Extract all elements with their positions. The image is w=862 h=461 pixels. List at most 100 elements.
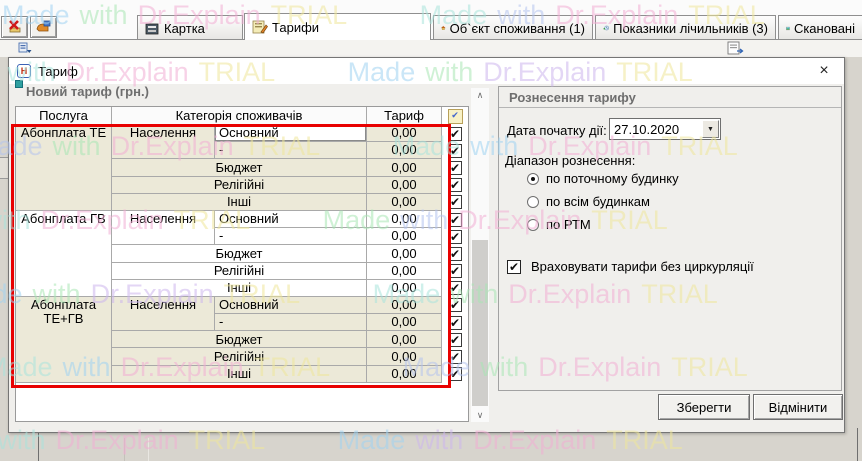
tariff-value-cell[interactable]: 0,00 <box>367 314 442 331</box>
service-cell[interactable]: Абонплата ГВ <box>16 211 112 297</box>
subcategory-cell[interactable]: - <box>215 142 367 159</box>
row-checkbox[interactable]: ✔ <box>448 281 462 295</box>
subcategory-cell[interactable]: Бюджет <box>112 245 367 262</box>
export-sheet-icon[interactable] <box>727 41 744 55</box>
tariff-value-cell[interactable]: 0,00 <box>367 177 442 194</box>
row-checkbox[interactable]: ✔ <box>448 367 462 381</box>
start-date-combobox[interactable]: 27.10.2020 ▼ <box>609 118 721 140</box>
list-dropdown-icon[interactable] <box>18 42 32 54</box>
radio-label: по поточному будинку <box>546 171 679 186</box>
subcategory-cell[interactable]: Інші <box>112 280 367 297</box>
category-cell[interactable]: Населення <box>112 211 215 245</box>
tools-toolbar-button[interactable] <box>30 16 57 38</box>
radio-selected-icon[interactable] <box>527 173 539 185</box>
tariff-value-cell[interactable]: 0,00 <box>367 142 442 159</box>
circulation-checkbox-label: Враховувати тарифи без циркурляції <box>531 259 754 274</box>
tariff-value-cell[interactable]: 0,00 <box>367 297 442 314</box>
row-checkbox[interactable]: ✔ <box>448 144 462 158</box>
circulation-checkbox-row[interactable]: ✔ Враховувати тарифи без циркурляції <box>507 259 754 274</box>
subcategory-cell[interactable]: Релігійні <box>112 177 367 194</box>
dialog-app-icon: Н <box>17 64 31 78</box>
row-checkbox[interactable]: ✔ <box>448 298 462 312</box>
row-checkbox[interactable]: ✔ <box>448 350 462 364</box>
scroll-up-icon[interactable]: ∧ <box>471 88 489 102</box>
range-label: Діапазон рознесення: <box>505 153 635 168</box>
house-icon <box>441 21 446 35</box>
tariff-value-cell[interactable]: 0,00 <box>367 211 442 228</box>
scroll-down-icon[interactable]: ∨ <box>471 408 489 422</box>
tariff-value-cell[interactable]: 0,00 <box>367 280 442 297</box>
tariff-dialog: Н Тариф × Новий тариф (грн.) Послуга Кат… <box>8 57 845 433</box>
tab-card-label: Картка <box>164 21 205 36</box>
tariff-value-cell[interactable]: 0,00 <box>367 331 442 348</box>
subcategory-cell[interactable]: - <box>215 314 367 331</box>
row-checkbox[interactable]: ✔ <box>448 230 462 244</box>
tariff-value-cell[interactable]: 0,00 <box>367 159 442 176</box>
service-cell[interactable]: Абонплата ТЕ+ГВ <box>16 297 112 383</box>
subcategory-cell[interactable]: Інші <box>112 194 367 211</box>
service-cell[interactable]: Абонплата ТЕ <box>16 125 112 211</box>
subcategory-cell[interactable]: - <box>215 228 367 245</box>
dialog-titlebar[interactable]: Н Тариф <box>9 58 844 84</box>
cancel-button[interactable]: Відмінити <box>753 394 843 420</box>
subcategory-cell[interactable]: Інші <box>112 366 367 383</box>
col-header-checkbox[interactable]: ✔ <box>442 107 468 125</box>
meter-clock-icon <box>603 21 609 35</box>
tariffs-icon <box>252 20 268 34</box>
close-icon[interactable]: × <box>814 62 834 80</box>
radio-current-building[interactable]: по поточному будинку <box>527 171 679 186</box>
subcategory-cell[interactable]: Релігійні <box>112 348 367 365</box>
row-checkbox[interactable]: ✔ <box>448 161 462 175</box>
tariff-value-cell[interactable]: 0,00 <box>367 263 442 280</box>
radio-icon[interactable] <box>527 219 539 231</box>
row-checkbox[interactable]: ✔ <box>448 178 462 192</box>
tariff-value-cell[interactable]: 0,00 <box>367 228 442 245</box>
subcategory-cell[interactable]: Основний <box>215 211 367 228</box>
tariff-value-cell[interactable]: 0,00 <box>367 245 442 262</box>
row-checkbox[interactable]: ✔ <box>448 264 462 278</box>
left-panel-fragment <box>0 157 8 179</box>
tab-card[interactable]: Картка <box>137 15 243 40</box>
radio-label: по всім будинкам <box>546 194 650 209</box>
group-collapse-toggle[interactable] <box>15 80 23 88</box>
row-checkbox[interactable]: ✔ <box>448 195 462 209</box>
col-header-tariff[interactable]: Тариф <box>367 107 442 125</box>
tariff-table-panel: Послуга Категорія споживачів Тариф ✔ Або… <box>15 106 469 422</box>
select-all-check-icon[interactable]: ✔ <box>448 109 463 124</box>
subcategory-cell[interactable]: Бюджет <box>112 159 367 176</box>
tab-consumption-label: Об`єкт споживання (1) <box>450 21 585 36</box>
tab-meter-readings[interactable]: Показники лічильників (3) <box>595 15 776 40</box>
tab-tariffs[interactable]: Тарифи <box>244 13 431 40</box>
tab-scanned[interactable]: Скановані <box>778 15 862 40</box>
subcategory-cell[interactable]: Бюджет <box>112 331 367 348</box>
subcategory-cell[interactable]: Основний <box>215 297 367 314</box>
save-button[interactable]: Зберегти <box>658 394 750 420</box>
row-checkbox[interactable]: ✔ <box>448 213 462 227</box>
subcategory-cell[interactable]: Релігійні <box>112 263 367 280</box>
tab-tariffs-label: Тарифи <box>272 20 319 35</box>
tariff-table: Послуга Категорія споживачів Тариф ✔ Або… <box>16 107 468 383</box>
subcategory-cell[interactable]: Основний <box>215 125 367 142</box>
tariff-value-cell[interactable]: 0,00 <box>367 125 442 142</box>
radio-all-buildings[interactable]: по всім будинкам <box>527 194 650 209</box>
col-header-service[interactable]: Послуга <box>16 107 112 125</box>
window-top-strip <box>0 0 862 14</box>
checkbox-checked-icon[interactable]: ✔ <box>507 260 521 274</box>
tab-consumption-object[interactable]: Об`єкт споживання (1) <box>433 15 593 40</box>
row-checkbox[interactable]: ✔ <box>448 127 462 141</box>
row-checkbox[interactable]: ✔ <box>448 316 462 330</box>
tariff-value-cell[interactable]: 0,00 <box>367 194 442 211</box>
scrollbar-thumb[interactable] <box>472 240 488 406</box>
category-cell[interactable]: Населення <box>112 125 215 159</box>
row-checkbox[interactable]: ✔ <box>448 333 462 347</box>
radio-rtm[interactable]: по РТМ <box>527 217 591 232</box>
chevron-down-icon[interactable]: ▼ <box>702 120 719 138</box>
delete-toolbar-button[interactable] <box>1 16 28 38</box>
tariff-value-cell[interactable]: 0,00 <box>367 366 442 383</box>
row-checkbox[interactable]: ✔ <box>448 247 462 261</box>
tariff-value-cell[interactable]: 0,00 <box>367 348 442 365</box>
radio-icon[interactable] <box>527 196 539 208</box>
category-cell[interactable]: Населення <box>112 297 215 331</box>
table-scrollbar[interactable]: ∧ ∨ <box>471 88 489 422</box>
col-header-category[interactable]: Категорія споживачів <box>112 107 367 125</box>
